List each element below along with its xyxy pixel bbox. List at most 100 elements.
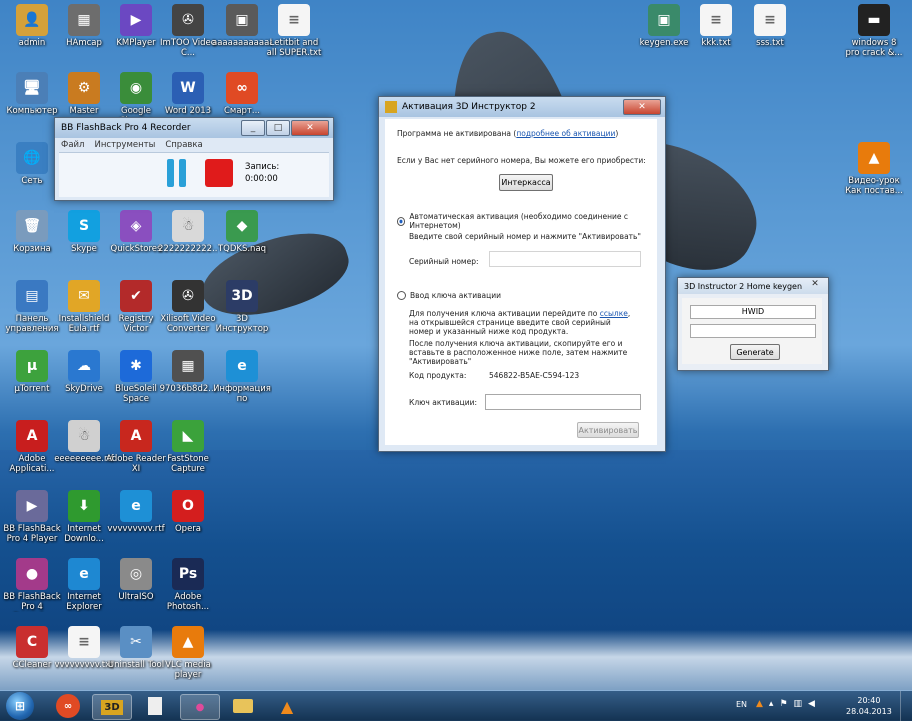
close-button[interactable]: ✕: [291, 120, 329, 136]
desktop-icon[interactable]: ☃ 2222222222...: [158, 210, 218, 254]
desktop-icon[interactable]: ▶ BB FlashBack Pro 4 Player: [2, 490, 62, 544]
serial-field[interactable]: [489, 251, 641, 267]
desktop-icon[interactable]: ∞ Смарт...: [212, 72, 272, 116]
desktop-icon-label: Adobe Applicati...: [9, 454, 55, 474]
flashback-window[interactable]: BB FlashBack Pro 4 Recorder _ □ ✕ Файл И…: [54, 117, 334, 201]
desktop-icon[interactable]: C CCleaner: [2, 626, 62, 670]
desktop-icon[interactable]: ▦ HAmcap: [54, 4, 114, 48]
desktop-icon[interactable]: 🗑 Корзина: [2, 210, 62, 254]
desktop-icon-glyph: ◣: [172, 420, 204, 452]
desktop-icon[interactable]: ✇ ImTOO Video C...: [158, 4, 218, 58]
taskbar-app-vlc[interactable]: ▲: [268, 694, 306, 718]
close-button[interactable]: ✕: [623, 99, 661, 115]
desktop-icon[interactable]: e Internet Explorer: [54, 558, 114, 612]
language-indicator[interactable]: EN: [736, 700, 747, 709]
keygen-window[interactable]: 3D Instructor 2 Home keygen ✕ HWID Gener…: [677, 277, 829, 371]
taskbar-app-flashback[interactable]: ●: [180, 694, 220, 720]
clock-time[interactable]: 20:40: [846, 695, 892, 706]
desktop-icon[interactable]: ▤ Панель управления: [2, 280, 62, 334]
interkassa-button[interactable]: Интеркасса: [499, 174, 553, 191]
app-3d-icon: 3D: [101, 699, 123, 715]
desktop-icon[interactable]: ▬ windows 8 pro crack &...: [844, 4, 904, 58]
desktop-icon-label: BB FlashBack Pro 4 Player: [3, 524, 61, 544]
vlc-tray-icon[interactable]: ▲: [756, 699, 763, 709]
hwid-field[interactable]: HWID: [690, 305, 816, 319]
desktop-icon[interactable]: ▣ keygen.exe: [634, 4, 694, 48]
desktop-icon[interactable]: S Skype: [54, 210, 114, 254]
desktop-icon[interactable]: ◆ TQDKS.naq: [212, 210, 272, 254]
desktop-icon[interactable]: ◈ QuickStores: [106, 210, 166, 254]
desktop-icon[interactable]: ▦ 97036b8d2...: [158, 350, 218, 394]
vlc-icon: ▲: [280, 696, 294, 716]
activation-window[interactable]: Активация 3D Инструктор 2 ✕ Программа не…: [378, 96, 666, 452]
desktop-icon[interactable]: ⚙ Master: [54, 72, 114, 116]
desktop-icon[interactable]: ◣ FastStone Capture: [158, 420, 218, 474]
flashback-titlebar[interactable]: BB FlashBack Pro 4 Recorder _ □ ✕: [55, 118, 333, 138]
desktop-icon[interactable]: ⬇ Internet Downlo...: [54, 490, 114, 544]
key-link[interactable]: ссылке: [600, 309, 628, 318]
desktop-icon[interactable]: 🖥 Компьютер: [2, 72, 62, 116]
desktop-icon[interactable]: ✱ BlueSoleil Space: [106, 350, 166, 404]
close-button[interactable]: ✕: [806, 278, 824, 290]
menu-help[interactable]: Справка: [165, 140, 202, 150]
desktop-icon[interactable]: O Opera: [158, 490, 218, 534]
desktop-icon[interactable]: Ps Adobe Photosh...: [158, 558, 218, 612]
desktop-icon[interactable]: A Adobe Applicati...: [2, 420, 62, 474]
desktop-icon[interactable]: 3D 3D Инструктор: [212, 280, 272, 334]
menu-tools[interactable]: Инструменты: [94, 140, 155, 150]
desktop-icon[interactable]: 👤 admin: [2, 4, 62, 48]
key-activation-radio[interactable]: Ввод ключа активации: [397, 291, 501, 300]
desktop-icon[interactable]: µ µTorrent: [2, 350, 62, 394]
flag-icon[interactable]: ⚑: [779, 699, 787, 709]
desktop-icon[interactable]: ≡ sss.txt: [740, 4, 800, 48]
network-icon[interactable]: ▥: [794, 699, 803, 709]
taskbar-app-smart[interactable]: ∞: [56, 694, 80, 718]
key-instructions-2: После получения ключа активации, скопиру…: [409, 339, 628, 366]
pause-button[interactable]: [163, 159, 189, 189]
desktop-icon[interactable]: ≡ Letitbit and all SUPER.txt: [264, 4, 324, 58]
desktop-icon[interactable]: A Adobe Reader XI: [106, 420, 166, 474]
volume-icon[interactable]: ◀: [808, 699, 815, 709]
taskbar-app-document[interactable]: [136, 694, 174, 718]
desktop-icon[interactable]: ▲ Видео-урок Как постав...: [844, 142, 904, 196]
desktop-icon[interactable]: ☁ SkyDrive: [54, 350, 114, 394]
desktop-icon[interactable]: ●BB FlashBack Pro 4 Record...: [2, 558, 62, 612]
product-code-value[interactable]: 546822-B5AE-C594-123: [489, 371, 579, 380]
key-instructions-1a: Для получения ключа активации перейдите …: [409, 309, 600, 318]
taskbar-app-explorer[interactable]: [224, 694, 262, 718]
desktop-icon[interactable]: ◎ UltraISO: [106, 558, 166, 602]
arrow-up-icon[interactable]: ▴: [769, 699, 774, 709]
generate-button[interactable]: Generate: [730, 344, 780, 360]
desktop-icon[interactable]: ✉ Installshield Eula.rtf: [54, 280, 114, 334]
desktop-icon[interactable]: ▣ аааааааааааа: [212, 4, 272, 48]
desktop-icon-label: Internet Explorer: [66, 592, 102, 612]
keygen-titlebar[interactable]: 3D Instructor 2 Home keygen ✕: [678, 278, 828, 294]
stop-button[interactable]: [205, 159, 233, 187]
minimize-button[interactable]: _: [241, 120, 265, 136]
tray-icons[interactable]: ▲ ▴ ⚑ ▥ ◀: [756, 699, 815, 709]
menu-file[interactable]: Файл: [61, 140, 84, 150]
auto-activation-radio[interactable]: Автоматическая активация (необходимо сое…: [397, 212, 657, 230]
desktop-icon[interactable]: ▶ KMPlayer: [106, 4, 166, 48]
desktop-icon[interactable]: ✂ Uninstall Tool: [106, 626, 166, 670]
activate-button[interactable]: Активировать: [577, 422, 639, 438]
activation-titlebar[interactable]: Активация 3D Инструктор 2 ✕: [379, 97, 665, 117]
desktop-icon[interactable]: ≡ kkk.txt: [686, 4, 746, 48]
desktop-icon[interactable]: ≡ vvvvvvvvv.txt: [54, 626, 114, 670]
start-button[interactable]: ⊞: [6, 692, 34, 720]
desktop-icon[interactable]: 🌐 Сеть: [2, 142, 62, 186]
show-desktop-button[interactable]: [900, 691, 912, 721]
desktop-icon[interactable]: ✇ Xilisoft Video Converter: [158, 280, 218, 334]
activation-key-field[interactable]: [485, 394, 641, 410]
desktop-icon[interactable]: ▲ VLC media player: [158, 626, 218, 680]
desktop-icon[interactable]: ☃ eeeeeeeee.rtf: [54, 420, 114, 464]
clock-date[interactable]: 28.04.2013: [846, 706, 892, 717]
desktop-icon[interactable]: e vvvvvvvvv.rtf: [106, 490, 166, 534]
desktop-icon[interactable]: eИнформация по активации: [212, 350, 272, 404]
keygen-serial-field[interactable]: [690, 324, 816, 338]
taskbar-app-3d-instructor[interactable]: 3D: [92, 694, 132, 720]
maximize-button[interactable]: □: [266, 120, 290, 136]
details-link[interactable]: подробнее об активации: [516, 129, 615, 138]
desktop-icon[interactable]: ✔ Registry Victor: [106, 280, 166, 334]
desktop-icon[interactable]: W Word 2013: [158, 72, 218, 116]
